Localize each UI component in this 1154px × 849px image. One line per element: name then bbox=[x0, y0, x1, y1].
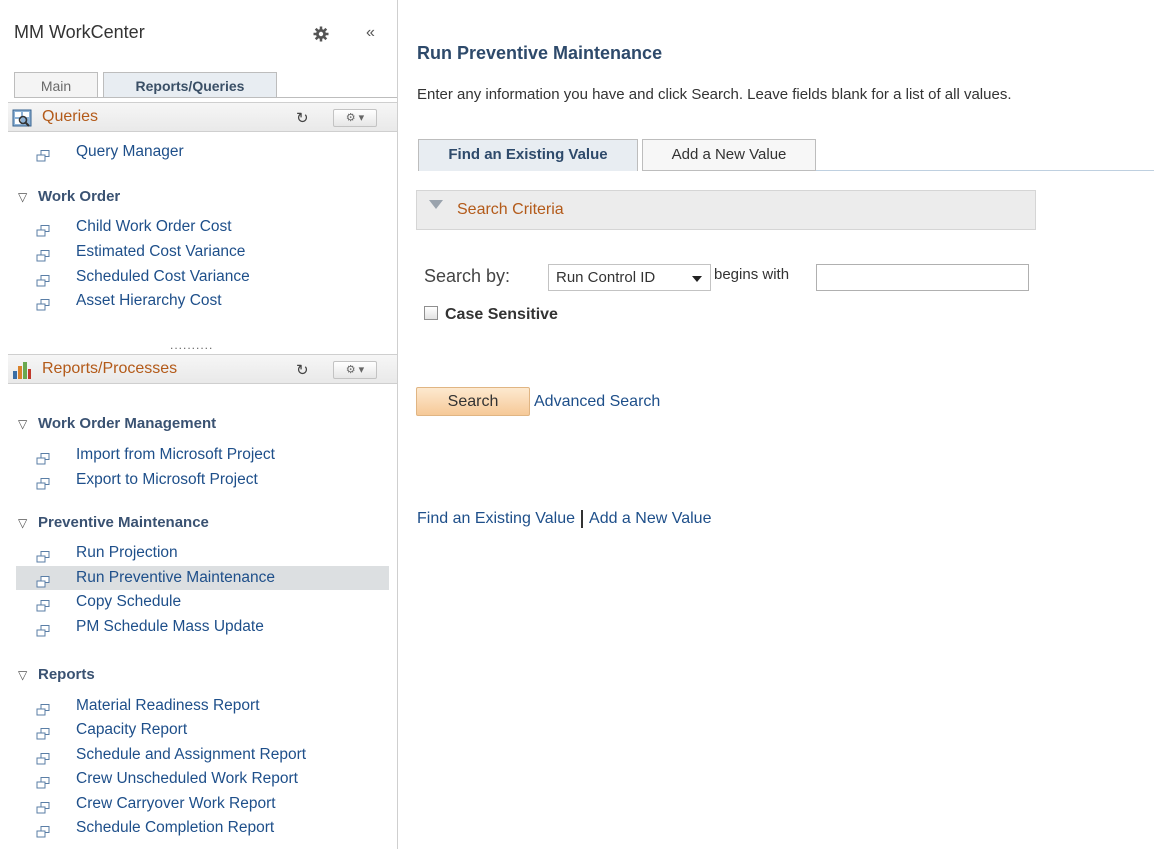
queries-pagelet-header: Queries ↻ ⚙ ▾ bbox=[8, 102, 397, 132]
link-icon bbox=[36, 474, 58, 490]
refresh-icon[interactable]: ↻ bbox=[296, 361, 309, 379]
link-icon bbox=[36, 596, 58, 612]
sidebar-item-run-preventive-maintenance[interactable]: Run Preventive Maintenance bbox=[16, 566, 389, 590]
link-icon bbox=[36, 146, 58, 162]
refresh-icon[interactable]: ↻ bbox=[296, 109, 309, 127]
search-input[interactable] bbox=[816, 264, 1029, 291]
link-icon bbox=[36, 822, 58, 838]
reports-options-button[interactable]: ⚙ ▾ bbox=[333, 361, 377, 379]
sidebar-item-label: Run Projection bbox=[76, 544, 178, 561]
tab-add-new-value[interactable]: Add a New Value bbox=[642, 139, 816, 171]
link-icon bbox=[36, 798, 58, 814]
operator-label: begins with bbox=[714, 266, 790, 283]
sidebar-item-schedule-completion-report[interactable]: Schedule Completion Report bbox=[16, 816, 389, 840]
link-separator bbox=[581, 510, 584, 528]
sidebar-item-copy-schedule[interactable]: Copy Schedule bbox=[16, 590, 389, 614]
tab-divider bbox=[14, 97, 397, 98]
find-existing-value-link[interactable]: Find an Existing Value bbox=[417, 510, 575, 527]
tab-find-existing-value[interactable]: Find an Existing Value bbox=[418, 139, 638, 171]
sidebar-item-run-projection[interactable]: Run Projection bbox=[16, 541, 389, 565]
section-work-order[interactable]: ▽ Work Order bbox=[18, 188, 120, 205]
workcenter-panel: MM WorkCenter « Main Reports/Queries Que… bbox=[0, 0, 398, 849]
link-icon bbox=[36, 221, 58, 237]
sidebar-item-label: Asset Hierarchy Cost bbox=[76, 292, 222, 309]
expand-triangle-icon: ▽ bbox=[18, 516, 28, 530]
sidebar-item-label: Export to Microsoft Project bbox=[76, 471, 258, 488]
sidebar-item-estimated-cost-variance[interactable]: Estimated Cost Variance bbox=[16, 240, 389, 264]
sidebar-item-asset-hierarchy-cost[interactable]: Asset Hierarchy Cost bbox=[16, 289, 389, 313]
bottom-links: Find an Existing Value Add a New Value bbox=[417, 510, 711, 528]
section-work-order-management[interactable]: ▽ Work Order Management bbox=[18, 415, 216, 432]
sidebar-item-child-work-order-cost[interactable]: Child Work Order Cost bbox=[16, 215, 389, 239]
sidebar-item-label: Query Manager bbox=[76, 143, 184, 160]
chevron-down-icon bbox=[692, 276, 702, 282]
collapse-triangle-icon bbox=[429, 200, 443, 209]
search-button[interactable]: Search bbox=[416, 387, 530, 416]
advanced-search-link[interactable]: Advanced Search bbox=[534, 393, 660, 411]
reports-title: Reports/Processes bbox=[42, 360, 178, 377]
sidebar-item-label: Material Readiness Report bbox=[76, 697, 260, 714]
sidebar-item-label: Crew Carryover Work Report bbox=[76, 795, 276, 812]
add-new-value-link[interactable]: Add a New Value bbox=[589, 510, 711, 527]
link-icon bbox=[36, 246, 58, 262]
sidebar-item-capacity-report[interactable]: Capacity Report bbox=[16, 718, 389, 742]
pagelet-splitter[interactable]: .......... bbox=[170, 338, 213, 352]
collapse-icon[interactable]: « bbox=[366, 24, 375, 42]
link-icon bbox=[36, 724, 58, 740]
section-preventive-maintenance[interactable]: ▽ Preventive Maintenance bbox=[18, 514, 209, 531]
tab-reports-queries[interactable]: Reports/Queries bbox=[103, 72, 277, 98]
queries-item-query-manager[interactable]: Query Manager bbox=[16, 140, 389, 164]
workcenter-title: MM WorkCenter bbox=[14, 22, 145, 42]
section-reports[interactable]: ▽ Reports bbox=[18, 666, 95, 683]
sidebar-item-label: Schedule and Assignment Report bbox=[76, 746, 307, 763]
sidebar-item-label: Run Preventive Maintenance bbox=[76, 569, 276, 586]
link-icon bbox=[36, 749, 58, 765]
sidebar-item-label: Copy Schedule bbox=[76, 593, 182, 610]
link-icon bbox=[36, 621, 58, 637]
sidebar-item-export-to-microsoft-project[interactable]: Export to Microsoft Project bbox=[16, 468, 389, 492]
link-icon bbox=[36, 295, 58, 311]
page-title: Run Preventive Maintenance bbox=[417, 43, 663, 63]
instructions-text: Enter any information you have and click… bbox=[417, 86, 1012, 103]
search-by-value: Run Control ID bbox=[556, 269, 656, 286]
sidebar-item-label: Capacity Report bbox=[76, 721, 188, 738]
sidebar-item-scheduled-cost-variance[interactable]: Scheduled Cost Variance bbox=[16, 265, 389, 289]
gear-icon[interactable] bbox=[313, 26, 329, 42]
sidebar-item-material-readiness-report[interactable]: Material Readiness Report bbox=[16, 694, 389, 718]
link-icon bbox=[36, 449, 58, 465]
sidebar-item-label: PM Schedule Mass Update bbox=[76, 618, 264, 635]
sidebar-item-label: Schedule Completion Report bbox=[76, 819, 275, 836]
sidebar-item-label: Crew Unscheduled Work Report bbox=[76, 770, 298, 787]
sidebar-item-import-from-microsoft-project[interactable]: Import from Microsoft Project bbox=[16, 443, 389, 467]
search-criteria-toggle[interactable]: Search Criteria bbox=[416, 190, 1036, 230]
sidebar-item-label: Estimated Cost Variance bbox=[76, 243, 246, 260]
tab-main[interactable]: Main bbox=[14, 72, 98, 98]
case-sensitive-label: Case Sensitive bbox=[445, 306, 558, 323]
reports-pagelet-header: Reports/Processes ↻ ⚙ ▾ bbox=[8, 354, 397, 384]
link-icon bbox=[36, 572, 58, 588]
sidebar-item-crew-unscheduled-work-report[interactable]: Crew Unscheduled Work Report bbox=[16, 767, 389, 791]
queries-title: Queries bbox=[42, 108, 99, 125]
sidebar-item-pm-schedule-mass-update[interactable]: PM Schedule Mass Update bbox=[16, 615, 389, 639]
sidebar-item-label: Child Work Order Cost bbox=[76, 218, 232, 235]
expand-triangle-icon: ▽ bbox=[18, 417, 28, 431]
link-icon bbox=[36, 700, 58, 716]
sidebar-item-label: Import from Microsoft Project bbox=[76, 446, 275, 463]
search-by-select[interactable]: Run Control ID bbox=[548, 264, 711, 291]
expand-triangle-icon: ▽ bbox=[18, 190, 28, 204]
queries-options-button[interactable]: ⚙ ▾ bbox=[333, 109, 377, 127]
queries-icon bbox=[12, 109, 32, 127]
sidebar-item-label: Scheduled Cost Variance bbox=[76, 268, 250, 285]
case-sensitive-checkbox[interactable] bbox=[424, 306, 438, 320]
link-icon bbox=[36, 773, 58, 789]
bar-chart-icon bbox=[13, 362, 31, 379]
search-by-label: Search by: bbox=[424, 266, 511, 286]
link-icon bbox=[36, 547, 58, 563]
sidebar-item-schedule-and-assignment-report[interactable]: Schedule and Assignment Report bbox=[16, 743, 389, 767]
expand-triangle-icon: ▽ bbox=[18, 668, 28, 682]
search-criteria-label: Search Criteria bbox=[457, 201, 564, 218]
tab-divider bbox=[816, 170, 1154, 171]
sidebar-item-crew-carryover-work-report[interactable]: Crew Carryover Work Report bbox=[16, 792, 389, 816]
link-icon bbox=[36, 271, 58, 287]
